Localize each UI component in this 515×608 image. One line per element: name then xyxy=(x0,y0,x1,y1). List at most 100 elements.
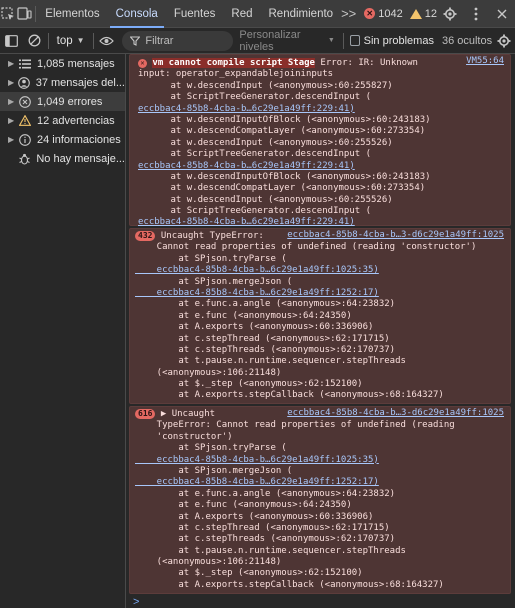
message-line: input: operator_expandablejoininputs xyxy=(138,69,334,80)
stack-frame: at A.exports (<anonymous>:60:336906) xyxy=(135,511,374,522)
source-link[interactable]: VM55:64 xyxy=(466,56,504,67)
stack-frame-link[interactable]: eccbbac4-85b8-4cba-b…6c29e1a49ff:1252:17… xyxy=(135,288,506,299)
sidebar-item-messages[interactable]: ▶ 1,085 mensajes xyxy=(0,54,125,73)
stack-frame: at ScriptTreeGenerator.descendInput ( xyxy=(138,149,372,160)
console-sidebar: ▶ 1,085 mensajes ▶ 37 mensajes del... ▶ … xyxy=(0,54,126,608)
stack-frame-link[interactable]: eccbbac4-85b8-4cba-b…6c29e1a49ff:1025:35… xyxy=(135,455,506,466)
stack-frame: at w.descendCompatLayer (<anonymous>:60:… xyxy=(138,126,426,137)
stack-frame: at c.stepThread (<anonymous>:62:171715) xyxy=(135,522,390,533)
stack-frame: at w.descendInput (<anonymous>:60:255827… xyxy=(138,80,393,91)
error-counter[interactable]: ✕ 1042 12 xyxy=(364,8,437,20)
source-link[interactable]: eccbbac4-85b8-4cba-b…3-d6c29e1a49ff:1025 xyxy=(287,408,504,419)
tab-red[interactable]: Red xyxy=(223,0,260,28)
more-tabs-icon[interactable]: >> xyxy=(341,0,356,28)
console-messages: VM55:64 ✕ vm cannot compile script Stage… xyxy=(127,54,515,608)
console-error-message[interactable]: eccbbac4-85b8-4cba-b…3-d6c29e1a49ff:1025… xyxy=(129,228,511,404)
stack-frame: at t.pause.n.runtime.sequencer.stepThrea… xyxy=(135,545,406,556)
sidebar-toggle-icon[interactable] xyxy=(0,27,23,55)
expand-arrow-icon: ▶ xyxy=(8,116,15,125)
sidebar-item-errors[interactable]: ▶ 1,049 errores xyxy=(0,92,125,111)
sidebar-item-label: 12 advertencias xyxy=(37,114,115,127)
sidebar-item-label: 24 informaciones xyxy=(37,133,121,146)
sidebar-item-label: 1,049 errores xyxy=(37,95,103,108)
warning-icon xyxy=(409,8,422,19)
sidebar-item-warnings[interactable]: ▶ 12 advertencias xyxy=(0,111,125,130)
stack-frame: at e.func.a.angle (<anonymous>:64:23832) xyxy=(135,488,396,499)
repeat-count-badge: 432 xyxy=(135,231,156,241)
stack-frame: at ScriptTreeGenerator.descendInput ( xyxy=(138,92,372,103)
info-icon xyxy=(18,133,32,146)
context-selector[interactable]: top ▼ xyxy=(51,31,91,51)
log-levels-dropdown[interactable]: Personalizar niveles ▼ xyxy=(233,29,340,53)
highlighted-message-text: vm cannot compile script Stage xyxy=(152,58,315,68)
expand-arrow-icon: ▶ xyxy=(8,78,15,87)
filter-funnel-icon xyxy=(130,35,141,46)
message-line: Cannot read properties of undefined (rea… xyxy=(135,242,477,253)
expand-arrow-icon: ▶ xyxy=(8,59,15,68)
context-value: top xyxy=(56,34,73,47)
stack-frame: at A.exports.stepCallback (<anonymous>:6… xyxy=(135,390,444,401)
stack-frame: at e.func.a.angle (<anonymous>:64:23832) xyxy=(135,299,396,310)
sidebar-item-label: 1,085 mensajes xyxy=(37,57,115,70)
filter-placeholder: Filtrar xyxy=(145,34,174,47)
devtools-tab-bar: Elementos Consola Fuentes Red Rendimient… xyxy=(0,0,515,28)
stack-frame: at t.pause.n.runtime.sequencer.stepThrea… xyxy=(135,356,406,367)
message-line: TypeError: Cannot read properties of und… xyxy=(135,420,455,431)
error-icon: ✕ xyxy=(364,8,376,19)
more-options-icon[interactable] xyxy=(463,0,489,28)
divider xyxy=(47,32,49,49)
error-icon xyxy=(18,95,32,108)
hidden-count: 36 ocultos xyxy=(441,34,493,47)
stack-frame: at c.stepThreads (<anonymous>:62:170737) xyxy=(135,344,396,355)
console-error-message[interactable]: VM55:64 ✕ vm cannot compile script Stage… xyxy=(129,54,511,227)
no-problems-checkbox[interactable] xyxy=(349,35,360,46)
stack-frame: at w.descendCompatLayer (<anonymous>:60:… xyxy=(138,183,426,194)
stack-frame: at w.descendInputOfBlock (<anonymous>:60… xyxy=(138,114,431,125)
stack-frame-link[interactable]: eccbbac4-85b8-4cba-b…6c29e1a49ff:229:41) xyxy=(138,161,506,172)
settings-gear-icon[interactable] xyxy=(437,0,463,28)
filter-input[interactable]: Filtrar xyxy=(122,30,234,51)
tab-elementos[interactable]: Elementos xyxy=(37,0,107,28)
sidebar-item-user-messages[interactable]: ▶ 37 mensajes del... xyxy=(0,73,125,92)
stack-frame-link[interactable]: eccbbac4-85b8-4cba-b…6c29e1a49ff:1025:35… xyxy=(135,265,506,276)
tab-fuentes[interactable]: Fuentes xyxy=(166,0,224,28)
stack-frame: at SPjson.mergeJson ( xyxy=(135,276,293,287)
stack-frame: at w.descendInput (<anonymous>:60:255526… xyxy=(138,137,393,148)
console-settings-gear-icon[interactable] xyxy=(492,27,515,55)
dropdown-arrow-icon: ▼ xyxy=(76,36,85,45)
expand-arrow-icon: ▶ xyxy=(8,135,15,144)
repeat-count-badge: 616 xyxy=(135,409,156,419)
expand-arrow-icon: ▶ xyxy=(8,97,15,106)
stack-frame: (<anonymous>:106:21148) xyxy=(135,557,282,568)
list-icon xyxy=(18,57,32,70)
stack-frame: at w.descendInputOfBlock (<anonymous>:60… xyxy=(138,171,431,182)
divider xyxy=(92,32,94,49)
device-toolbar-icon[interactable] xyxy=(16,0,32,28)
close-icon[interactable] xyxy=(489,0,515,28)
console-prompt[interactable]: > xyxy=(133,596,139,608)
tab-rendimiento[interactable]: Rendimiento xyxy=(261,0,342,28)
warning-count: 12 xyxy=(424,7,437,20)
dropdown-arrow-icon: ▼ xyxy=(327,37,335,44)
stack-frame: at w.descendInput (<anonymous>:60:255526… xyxy=(138,194,393,205)
warning-icon xyxy=(18,114,32,127)
message-line: ✕ vm cannot compile script Stage Error: … xyxy=(138,58,506,69)
inspect-element-icon[interactable] xyxy=(0,0,16,28)
tab-consola[interactable]: Consola xyxy=(108,0,166,28)
sidebar-item-label: No hay mensaje... xyxy=(36,152,125,165)
sidebar-item-info[interactable]: ▶ 24 informaciones xyxy=(0,130,125,149)
stack-frame: at A.exports (<anonymous>:60:336906) xyxy=(135,322,374,333)
log-levels-label: Personalizar niveles xyxy=(239,28,301,53)
stack-frame-link[interactable]: eccbbac4-85b8-4cba-b…6c29e1a49ff:229:41) xyxy=(138,104,506,115)
live-expression-eye-icon[interactable] xyxy=(95,27,118,55)
stack-frame: at e.func (<anonymous>:64:24350) xyxy=(135,500,352,511)
console-error-message[interactable]: eccbbac4-85b8-4cba-b…3-d6c29e1a49ff:1025… xyxy=(129,406,511,594)
stack-frame: at c.stepThread (<anonymous>:62:171715) xyxy=(135,333,390,344)
source-link[interactable]: eccbbac4-85b8-4cba-b…3-d6c29e1a49ff:1025 xyxy=(287,230,504,241)
no-problems-label: Sin problemas xyxy=(363,34,434,47)
console-toolbar: top ▼ Filtrar Personalizar niveles ▼ Sin… xyxy=(0,28,515,54)
sidebar-item-verbose[interactable]: No hay mensaje... xyxy=(0,149,125,168)
stack-frame-link[interactable]: eccbbac4-85b8-4cba-b…6c29e1a49ff:1252:17… xyxy=(135,477,506,488)
clear-console-icon[interactable] xyxy=(23,27,46,55)
expand-uncaught-toggle[interactable]: ▶ Uncaught xyxy=(161,409,215,419)
